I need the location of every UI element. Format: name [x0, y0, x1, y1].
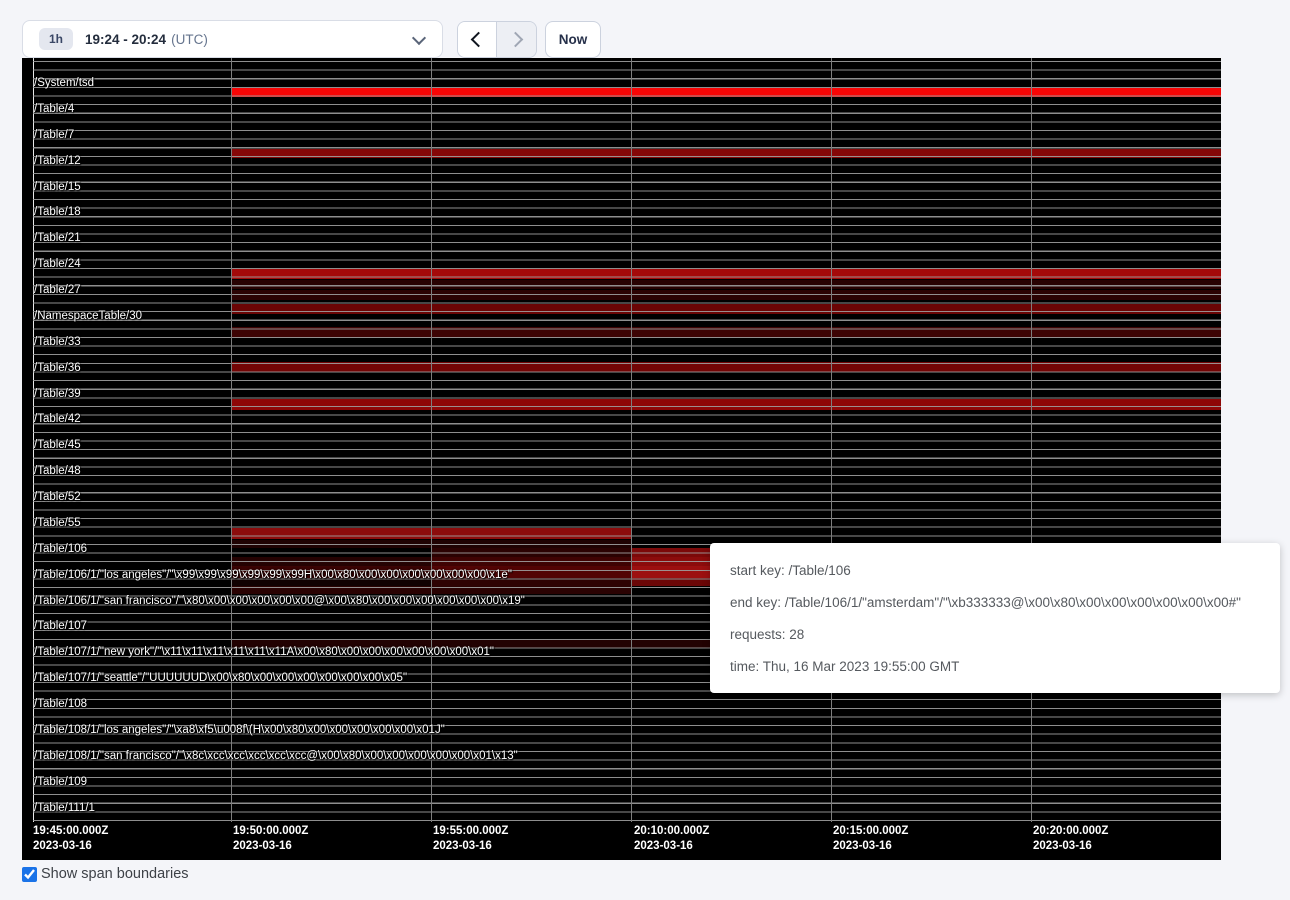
span-tooltip: start key: /Table/106end key: /Table/106…: [710, 543, 1280, 693]
row-label: /Table/45: [34, 439, 81, 452]
chevron-down-icon: [412, 31, 426, 45]
time-gridline: [431, 58, 432, 822]
tooltip-line: requests: 28: [730, 615, 1260, 647]
row-label: /NamespaceTable/30: [34, 310, 142, 323]
x-axis-tick: 19:50:00.000Z2023-03-16: [233, 824, 308, 854]
row-label: /Table/7: [34, 129, 74, 142]
heat-band: [431, 557, 631, 566]
heat-band: [631, 548, 722, 557]
chevron-left-icon: [471, 32, 487, 48]
heat-band: [232, 88, 1221, 97]
row-label: /Table/106/1/"los angeles"/"\x99\x99\x99…: [34, 569, 512, 582]
chevron-right-icon: [507, 32, 523, 48]
row-label: /Table/52: [34, 491, 81, 504]
time-gridline: [1031, 58, 1032, 822]
heat-band: [631, 557, 722, 566]
time-range-label: 19:24 - 20:24: [85, 32, 166, 47]
row-label: /Table/106/1/"san francisco"/"\x80\x00\x…: [34, 595, 525, 608]
row-label: /Table/18: [34, 206, 81, 219]
heat-band: [232, 280, 1221, 289]
heat-band: [232, 269, 1221, 279]
heat-band: [232, 399, 1221, 410]
row-label: /Table/108: [34, 698, 87, 711]
time-gridline: [831, 58, 832, 822]
row-label: /Table/107/1/"seattle"/"UUUUUUD\x00\x80\…: [34, 672, 407, 685]
span-boundary-lines: [33, 61, 1221, 823]
tooltip-line: start key: /Table/106: [730, 551, 1260, 583]
row-label: /Table/36: [34, 362, 81, 375]
key-visualizer-page: 1h 19:24 - 20:24 (UTC) Now /System/tsd/T…: [0, 0, 1290, 900]
x-axis-tick: 19:45:00.000Z2023-03-16: [33, 824, 108, 854]
row-label: /Table/108/1/"san francisco"/"\x8c\xcc\x…: [34, 750, 518, 763]
row-label: /Table/107/1/"new york"/"\x11\x11\x11\x1…: [34, 646, 494, 659]
x-axis-tick: 19:55:00.000Z2023-03-16: [433, 824, 508, 854]
row-label: /Table/111/1: [34, 802, 95, 815]
next-time-button[interactable]: [497, 22, 536, 57]
tooltip-line: end key: /Table/106/1/"amsterdam"/"\xb33…: [730, 583, 1260, 615]
show-span-boundaries-label[interactable]: Show span boundaries: [41, 866, 189, 882]
time-range-timezone: (UTC): [171, 32, 208, 47]
time-gridline: [631, 58, 632, 822]
row-label: /Table/106: [34, 543, 87, 556]
now-button[interactable]: Now: [545, 21, 601, 58]
row-label: /Table/12: [34, 155, 81, 168]
row-label: /Table/48: [34, 465, 81, 478]
time-gridline: [231, 58, 232, 822]
row-label: /Table/33: [34, 336, 81, 349]
row-label: /Table/15: [34, 181, 81, 194]
row-label: /Table/4: [34, 103, 74, 116]
heat-band: [232, 362, 1221, 372]
row-label: /Table/42: [34, 413, 81, 426]
row-label: /Table/39: [34, 388, 81, 401]
time-nav-group: [457, 21, 537, 58]
row-label: /Table/108/1/"los angeles"/"\xa8\xf5\u00…: [34, 724, 445, 737]
x-axis-tick: 20:20:00.000Z2023-03-16: [1033, 824, 1108, 854]
row-label: /System/tsd: [34, 77, 94, 90]
row-label: /Table/27: [34, 284, 81, 297]
row-label: /Table/24: [34, 258, 81, 271]
show-span-boundaries-checkbox[interactable]: [22, 867, 37, 882]
row-label: /Table/107: [34, 620, 87, 633]
heat-band: [232, 149, 1221, 158]
footer-controls: Show span boundaries: [22, 866, 189, 882]
row-label: /Table/21: [34, 232, 81, 245]
row-label: /Table/55: [34, 517, 81, 530]
heat-band: [631, 566, 722, 578]
heat-band: [232, 290, 1221, 300]
tooltip-line: time: Thu, 16 Mar 2023 19:55:00 GMT: [730, 647, 1260, 679]
heat-band: [232, 327, 1221, 338]
x-axis-tick: 20:15:00.000Z2023-03-16: [833, 824, 908, 854]
prev-time-button[interactable]: [458, 22, 497, 57]
x-axis-tick: 20:10:00.000Z2023-03-16: [634, 824, 709, 854]
time-range-selector[interactable]: 1h 19:24 - 20:24 (UTC): [22, 20, 443, 58]
heat-band: [431, 548, 631, 557]
time-range-duration-badge: 1h: [39, 28, 73, 50]
row-label: /Table/109: [34, 776, 87, 789]
heat-band: [232, 557, 431, 566]
heat-band: [631, 578, 722, 586]
key-visualizer-heatmap[interactable]: /System/tsd/Table/4/Table/7/Table/12/Tab…: [22, 58, 1221, 860]
heat-band: [232, 304, 1221, 314]
